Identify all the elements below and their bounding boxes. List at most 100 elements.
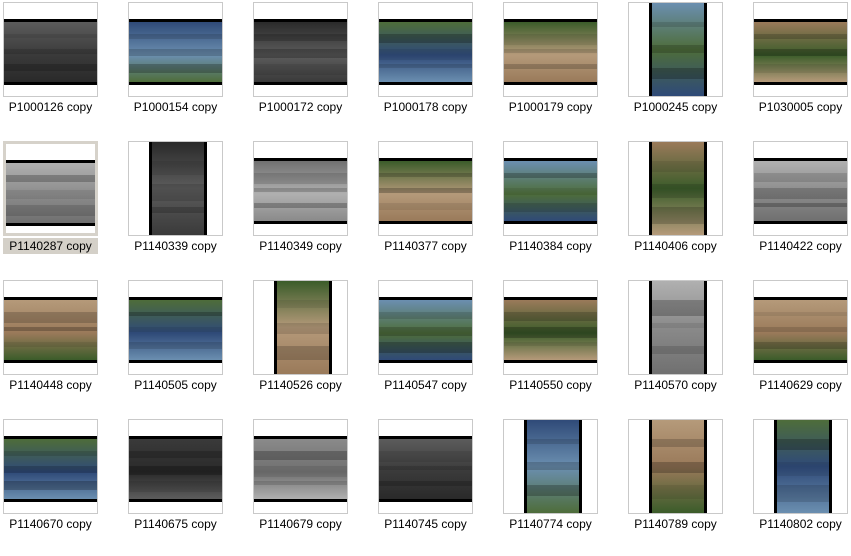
thumbnail-caption[interactable]: P1140339 copy [128, 238, 223, 254]
photo-thumbnail [4, 436, 97, 502]
thumbnail-frame[interactable] [378, 141, 473, 236]
thumbnail-frame[interactable] [503, 419, 598, 514]
thumbnail-frame[interactable] [3, 280, 98, 375]
thumbnail-item[interactable]: P1030005 copy [750, 0, 851, 139]
thumbnail-item[interactable]: P1140547 copy [375, 278, 500, 417]
photo-thumbnail [129, 297, 222, 363]
thumbnail-item[interactable]: P1140570 copy [625, 278, 750, 417]
thumbnail-caption[interactable]: P1140802 copy [753, 516, 848, 532]
thumbnail-item[interactable]: P1140774 copy [500, 417, 625, 556]
thumbnail-caption[interactable]: P1140774 copy [503, 516, 598, 532]
thumbnail-frame[interactable] [628, 141, 723, 236]
thumbnail-caption[interactable]: P1000178 copy [378, 99, 473, 115]
thumbnail-frame[interactable] [503, 141, 598, 236]
thumbnail-item[interactable]: P1000245 copy [625, 0, 750, 139]
thumbnail-item[interactable]: P1140745 copy [375, 417, 500, 556]
thumbnail-caption[interactable]: P1140406 copy [628, 238, 723, 254]
photo-thumbnail [149, 142, 207, 235]
thumbnail-caption[interactable]: P1140675 copy [128, 516, 223, 532]
thumbnail-frame[interactable] [253, 419, 348, 514]
thumbnail-caption[interactable]: P1140448 copy [3, 377, 98, 393]
thumbnail-item[interactable]: P1140789 copy [625, 417, 750, 556]
thumbnail-frame[interactable] [628, 419, 723, 514]
thumbnail-grid: P1000126 copy P1000154 copy P1000172 copy P… [0, 0, 851, 539]
thumbnail-caption[interactable]: P1000179 copy [503, 99, 598, 115]
thumbnail-caption[interactable]: P1140384 copy [503, 238, 598, 254]
thumbnail-caption[interactable]: P1000172 copy [253, 99, 348, 115]
thumbnail-item[interactable]: P1140675 copy [125, 417, 250, 556]
thumbnail-frame[interactable] [128, 2, 223, 97]
thumbnail-frame[interactable] [3, 419, 98, 514]
thumbnail-frame[interactable] [503, 2, 598, 97]
thumbnail-frame[interactable] [128, 280, 223, 375]
thumbnail-frame[interactable] [378, 280, 473, 375]
thumbnail-frame[interactable] [253, 141, 348, 236]
thumbnail-caption[interactable]: P1140570 copy [628, 377, 723, 393]
thumbnail-item[interactable]: P1140384 copy [500, 139, 625, 278]
thumbnail-caption[interactable]: P1000126 copy [3, 99, 98, 115]
thumbnail-frame[interactable] [753, 141, 848, 236]
thumbnail-item[interactable]: P1140422 copy [750, 139, 851, 278]
thumbnail-frame[interactable] [128, 141, 223, 236]
thumbnail-frame[interactable] [378, 419, 473, 514]
thumbnail-caption[interactable]: P1140789 copy [628, 516, 723, 532]
thumbnail-item[interactable]: P1140505 copy [125, 278, 250, 417]
thumbnail-caption[interactable]: P1140745 copy [378, 516, 473, 532]
thumbnail-caption[interactable]: P1140679 copy [253, 516, 348, 532]
photo-thumbnail [754, 297, 847, 363]
photo-thumbnail [379, 19, 472, 85]
photo-thumbnail [649, 3, 707, 96]
thumbnail-caption[interactable]: P1140629 copy [753, 377, 848, 393]
thumbnail-caption[interactable]: P1140670 copy [3, 516, 98, 532]
thumbnail-caption[interactable]: P1140547 copy [378, 377, 473, 393]
thumbnail-frame[interactable] [378, 2, 473, 97]
photo-thumbnail [504, 158, 597, 224]
photo-thumbnail [524, 420, 582, 513]
thumbnail-frame[interactable] [503, 280, 598, 375]
thumbnail-frame[interactable] [753, 2, 848, 97]
thumbnail-caption[interactable]: P1030005 copy [753, 99, 848, 115]
thumbnail-item[interactable]: P1140406 copy [625, 139, 750, 278]
thumbnail-frame[interactable] [628, 280, 723, 375]
thumbnail-item[interactable]: P1140377 copy [375, 139, 500, 278]
thumbnail-caption[interactable]: P1000245 copy [628, 99, 723, 115]
thumbnail-frame[interactable] [253, 280, 348, 375]
thumbnail-caption[interactable]: P1140422 copy [753, 238, 848, 254]
thumbnail-caption[interactable]: P1000154 copy [128, 99, 223, 115]
thumbnail-item[interactable]: P1000179 copy [500, 0, 625, 139]
thumbnail-item[interactable]: P1140526 copy [250, 278, 375, 417]
photo-thumbnail [274, 281, 332, 374]
thumbnail-item[interactable]: P1000126 copy [0, 0, 125, 139]
thumbnail-item[interactable]: P1140550 copy [500, 278, 625, 417]
thumbnail-item[interactable]: P1140349 copy [250, 139, 375, 278]
thumbnail-frame[interactable] [3, 2, 98, 97]
photo-thumbnail [504, 19, 597, 85]
thumbnail-frame[interactable] [753, 280, 848, 375]
thumbnail-caption[interactable]: P1140287 copy [3, 238, 98, 254]
thumbnail-item[interactable]: P1140679 copy [250, 417, 375, 556]
thumbnail-caption[interactable]: P1140377 copy [378, 238, 473, 254]
thumbnail-item[interactable]: P1000178 copy [375, 0, 500, 139]
photo-thumbnail [754, 158, 847, 224]
thumbnail-item[interactable]: P1140802 copy [750, 417, 851, 556]
thumbnail-caption[interactable]: P1140526 copy [253, 377, 348, 393]
thumbnail-item[interactable]: P1140339 copy [125, 139, 250, 278]
thumbnail-caption[interactable]: P1140505 copy [128, 377, 223, 393]
thumbnail-frame[interactable] [3, 141, 98, 236]
thumbnail-item[interactable]: P1140629 copy [750, 278, 851, 417]
thumbnail-frame[interactable] [628, 2, 723, 97]
photo-thumbnail [4, 19, 97, 85]
thumbnail-item[interactable]: P1140448 copy [0, 278, 125, 417]
thumbnail-caption[interactable]: P1140349 copy [253, 238, 348, 254]
thumbnail-caption[interactable]: P1140550 copy [503, 377, 598, 393]
thumbnail-item[interactable]: P1140287 copy [0, 139, 125, 278]
thumbnail-item[interactable]: P1000154 copy [125, 0, 250, 139]
thumbnail-frame[interactable] [128, 419, 223, 514]
photo-thumbnail [129, 19, 222, 85]
thumbnail-item[interactable]: P1000172 copy [250, 0, 375, 139]
thumbnail-item[interactable]: P1140670 copy [0, 417, 125, 556]
photo-thumbnail [254, 19, 347, 85]
thumbnail-frame[interactable] [253, 2, 348, 97]
photo-thumbnail [379, 158, 472, 224]
thumbnail-frame[interactable] [753, 419, 848, 514]
